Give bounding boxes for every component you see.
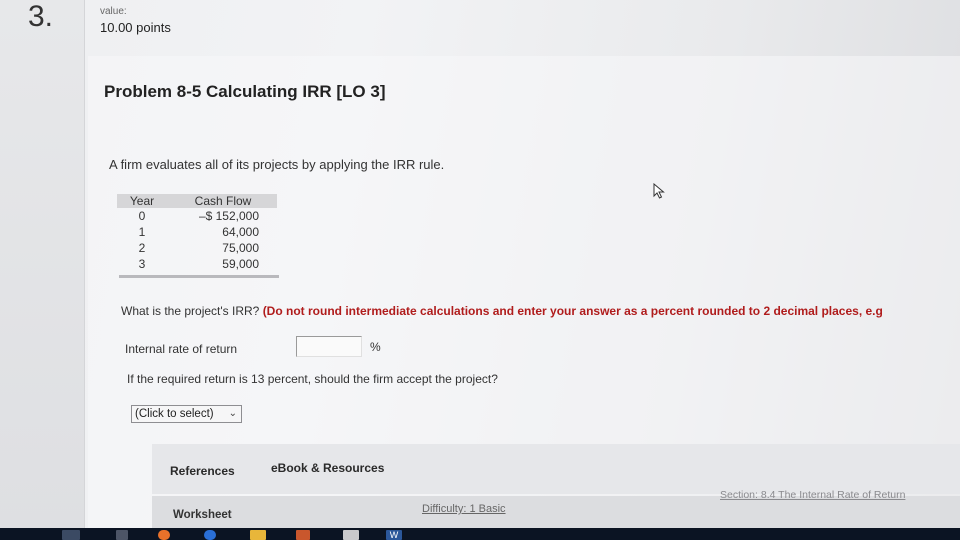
table-row: 3 59,000 bbox=[117, 256, 277, 272]
irr-field-label: Internal rate of return bbox=[125, 342, 238, 356]
start-icon[interactable] bbox=[62, 530, 80, 540]
chevron-down-icon: ⌄ bbox=[228, 408, 237, 419]
firefox-icon[interactable] bbox=[158, 530, 170, 540]
problem-intro: A firm evaluates all of its projects by … bbox=[109, 157, 445, 172]
cash-flow-header: Cash Flow bbox=[167, 194, 277, 208]
irr-question: What is the project's IRR? (Do not round… bbox=[121, 304, 883, 318]
os-taskbar bbox=[0, 528, 960, 540]
table-row: 0 –$ 152,000 bbox=[117, 208, 277, 224]
points-value: 10.00 points bbox=[100, 20, 171, 35]
table-row: 2 75,000 bbox=[117, 240, 277, 256]
year-cell: 2 bbox=[138, 241, 146, 255]
accept-decision-select[interactable]: (Click to select) ⌄ bbox=[131, 405, 242, 423]
word-icon[interactable]: W bbox=[386, 530, 402, 540]
year-header: Year bbox=[117, 194, 167, 208]
year-cell: 1 bbox=[138, 225, 146, 239]
accept-select-value: (Click to select) bbox=[135, 408, 214, 420]
question-number-gutter bbox=[0, 0, 85, 528]
question-number: 3. bbox=[28, 0, 54, 33]
cash-flow-cell: 75,000 bbox=[222, 241, 259, 255]
tab-references[interactable]: References bbox=[170, 464, 235, 478]
table-bottom-rule bbox=[119, 275, 279, 278]
irr-instruction: (Do not round intermediate calculations … bbox=[262, 304, 883, 318]
cash-flow-cell: –$ 152,000 bbox=[198, 209, 259, 223]
year-cell: 3 bbox=[138, 257, 146, 271]
mail-icon[interactable] bbox=[343, 530, 359, 540]
browser-page: 3. value: 10.00 points Problem 8-5 Calcu… bbox=[0, 0, 960, 528]
section-link[interactable]: Section: 8.4 The Internal Rate of Return bbox=[720, 489, 905, 501]
irr-input[interactable] bbox=[296, 336, 362, 357]
irr-question-prefix: What is the project's IRR? bbox=[121, 304, 260, 318]
mouse-cursor-icon bbox=[653, 183, 665, 199]
accept-question: If the required return is 13 percent, sh… bbox=[127, 372, 498, 386]
difficulty-link[interactable]: Difficulty: 1 Basic bbox=[422, 503, 506, 515]
store-icon[interactable] bbox=[296, 530, 310, 540]
cash-flow-cell: 59,000 bbox=[222, 257, 259, 271]
browser-icon[interactable] bbox=[204, 530, 216, 540]
table-row: 1 64,000 bbox=[117, 224, 277, 240]
percent-unit: % bbox=[370, 340, 381, 354]
cash-flow-cell: 64,000 bbox=[222, 225, 259, 239]
cash-flow-table: Year Cash Flow 0 –$ 152,000 1 64,000 2 7… bbox=[117, 194, 277, 272]
year-cell: 0 bbox=[138, 209, 146, 223]
folder-icon[interactable] bbox=[250, 530, 266, 540]
value-label: value: bbox=[100, 6, 127, 17]
search-icon[interactable] bbox=[116, 530, 128, 540]
tab-ebook-resources[interactable]: eBook & Resources bbox=[271, 461, 384, 475]
problem-title: Problem 8-5 Calculating IRR [LO 3] bbox=[104, 82, 386, 101]
table-header-row: Year Cash Flow bbox=[117, 194, 277, 208]
worksheet-link[interactable]: Worksheet bbox=[173, 509, 232, 521]
